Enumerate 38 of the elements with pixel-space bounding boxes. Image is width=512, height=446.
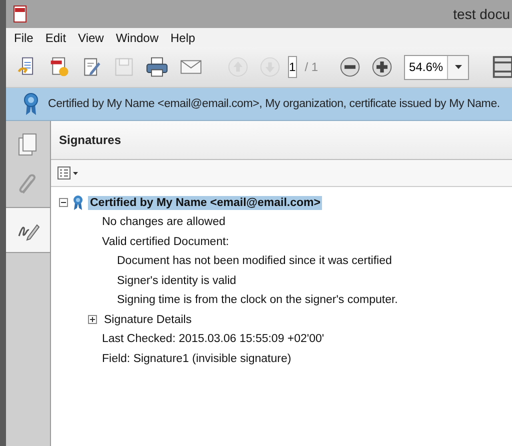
menu-item[interactable]: View (78, 30, 104, 44)
printer-icon (145, 56, 169, 78)
certificate-item[interactable]: Certified by My Name <email@email.com> (88, 196, 322, 210)
ribbon-icon (24, 92, 38, 116)
caret-icon (454, 65, 462, 69)
app-icon (12, 5, 28, 23)
signatures-tab[interactable] (6, 207, 50, 253)
page-icon (492, 55, 512, 79)
menu-item[interactable]: Edit (45, 30, 66, 44)
tree-text: Valid certified Document: (101, 234, 230, 249)
ribbon-icon (73, 195, 83, 210)
banner-text: Certified by My Name <email@email.com>, My organization, certificate issued by My Name. (48, 98, 500, 110)
window-title: test docu (453, 6, 510, 22)
collapse-icon[interactable] (59, 198, 68, 208)
menu-item[interactable]: File (14, 30, 34, 44)
page-number-field[interactable]: 1 (288, 56, 297, 78)
page-count: / 1 (304, 60, 318, 74)
tree-text: Signer's identity is valid (116, 274, 238, 288)
tree-text: Document has not been modified since it was certified (116, 254, 393, 268)
tree-text: No changes are allowed (101, 215, 226, 230)
minus-icon (339, 56, 362, 78)
envelope-icon (179, 58, 203, 76)
pages-icon (17, 133, 39, 157)
menu-item[interactable]: Window (116, 30, 159, 44)
zoom-dropdown[interactable]: 54.6% (404, 54, 470, 80)
document-icon (49, 56, 71, 78)
list-icon (57, 166, 79, 180)
tree-item[interactable]: Signature Details (102, 312, 194, 327)
pencil-icon (81, 56, 103, 78)
tree-text: Field: Signature1 (invisible signature) (101, 352, 292, 366)
tree-text: Signing time is from the clock on the signer's computer. (116, 293, 399, 308)
expand-icon[interactable] (88, 315, 97, 324)
save-icon (113, 56, 135, 78)
options-button[interactable] (55, 166, 81, 180)
menu-item[interactable]: Help (170, 30, 196, 44)
tree-text: Last Checked: 2015.03.06 15:55:09 +02'00' (101, 332, 326, 346)
plus-icon (371, 56, 394, 78)
panel-title: Signatures (59, 133, 122, 147)
